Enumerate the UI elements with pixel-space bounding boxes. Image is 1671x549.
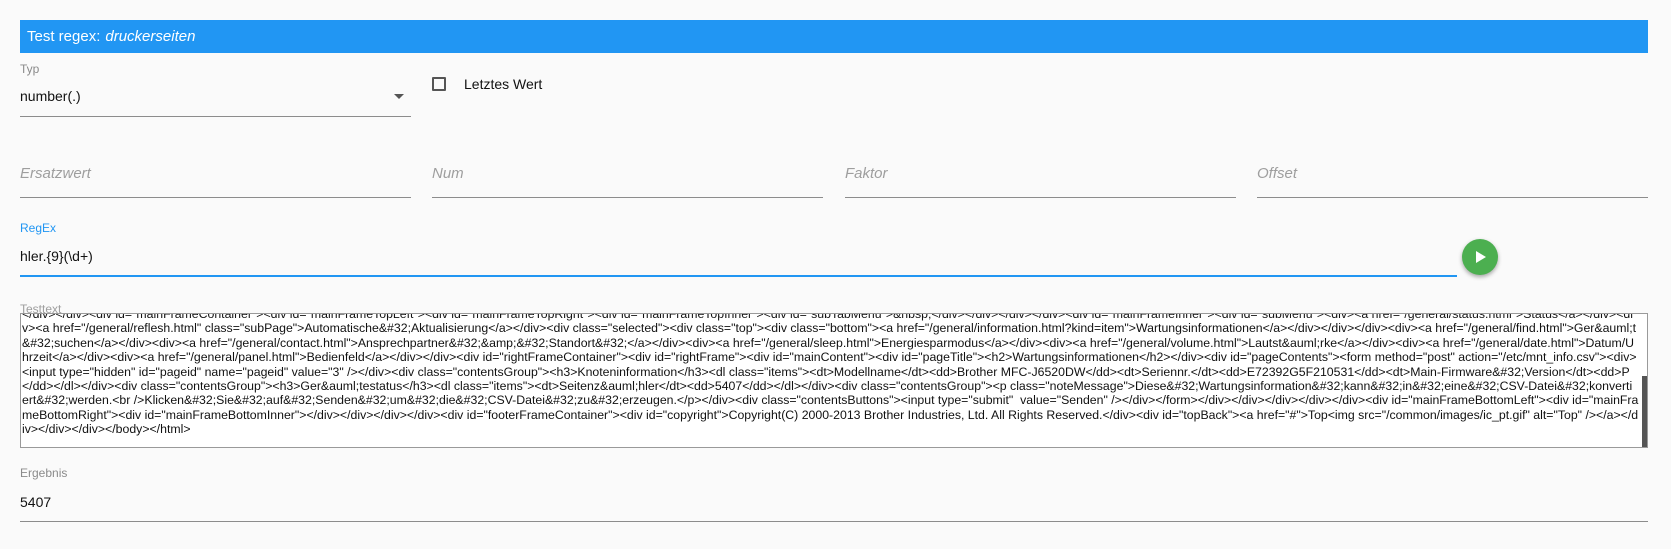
last-value-label[interactable]: Letztes Wert [464, 76, 542, 92]
regex-focus-underline [20, 275, 1457, 277]
ersatzwert-input[interactable]: Ersatzwert [20, 160, 411, 198]
num-placeholder: Num [432, 165, 464, 182]
regex-label: RegEx [20, 221, 57, 235]
ergebnis-value: 5407 [20, 494, 52, 510]
typ-select[interactable]: number(.) [20, 80, 411, 117]
dropdown-arrow-icon [394, 94, 404, 99]
offset-input[interactable]: Offset [1257, 160, 1648, 198]
typ-select-value: number(.) [20, 88, 81, 104]
offset-placeholder: Offset [1257, 165, 1298, 182]
num-input[interactable]: Num [432, 160, 823, 198]
play-icon [1476, 251, 1486, 263]
last-value-checkbox[interactable] [432, 77, 446, 91]
testtext-content: </div></div><div id="mainFrameContainer"… [22, 313, 1639, 437]
ersatzwert-placeholder: Ersatzwert [20, 165, 91, 182]
testtext-textarea[interactable]: </div></div><div id="mainFrameContainer"… [20, 313, 1648, 448]
faktor-input[interactable]: Faktor [845, 160, 1236, 198]
regex-input[interactable]: hler.{9}(\d+) [20, 248, 93, 264]
run-button[interactable] [1462, 239, 1498, 275]
ergebnis-field: 5407 [20, 484, 1648, 522]
dialog-header: Test regex: druckerseiten [20, 20, 1648, 53]
textarea-scrollbar[interactable] [1642, 376, 1647, 447]
header-regex-name: druckerseiten [105, 28, 196, 45]
header-prefix: Test regex: [27, 28, 101, 45]
typ-label: Typ [20, 62, 40, 76]
ergebnis-label: Ergebnis [20, 466, 68, 480]
faktor-placeholder: Faktor [845, 165, 888, 182]
